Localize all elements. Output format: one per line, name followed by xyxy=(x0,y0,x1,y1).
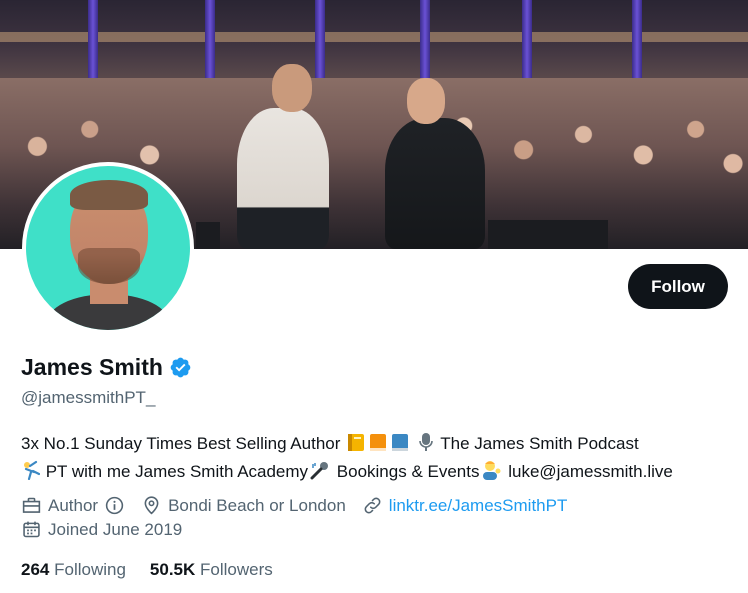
briefcase-icon xyxy=(21,495,42,516)
handle: @jamessmithPT_ xyxy=(21,388,156,407)
profile-meta-row: Joined June 2019 xyxy=(21,519,198,540)
location-pin-icon xyxy=(141,495,162,516)
bio-text: 3x No.1 Sunday Times Best Selling Author xyxy=(21,434,346,453)
blue-book-icon xyxy=(390,433,410,459)
banner-pillar xyxy=(315,0,325,90)
info-icon[interactable] xyxy=(104,495,125,516)
person-tipping-hand-icon xyxy=(480,460,502,487)
avatar-beard xyxy=(78,248,140,284)
bio-text: The James Smith Podcast xyxy=(435,434,639,453)
bio-text: Bookings & Events xyxy=(332,462,480,481)
display-name: James Smith xyxy=(21,354,163,380)
banner-person-right-head xyxy=(407,78,445,124)
bio-text: luke@jamessmith.live xyxy=(503,462,673,481)
orange-book-icon xyxy=(368,433,388,459)
cartwheel-person-icon xyxy=(22,460,41,487)
follow-button[interactable]: Follow xyxy=(628,264,728,309)
location-item: Bondi Beach or London xyxy=(141,495,346,516)
banner-pillar xyxy=(632,0,642,90)
verified-badge-icon[interactable] xyxy=(169,356,192,379)
banner-pillar xyxy=(205,0,215,90)
link-icon xyxy=(362,495,383,516)
banner-stage-speaker xyxy=(488,220,608,249)
banner-person-left-head xyxy=(272,64,312,112)
notebook-yellow-icon xyxy=(346,433,366,459)
bio: 3x No.1 Sunday Times Best Selling Author… xyxy=(21,431,736,487)
avatar-hair xyxy=(70,180,148,210)
bio-text: PT with me James Smith Academy xyxy=(41,462,309,481)
banner-pillar xyxy=(522,0,532,90)
category-label: Author xyxy=(48,495,99,515)
calendar-icon xyxy=(21,519,42,540)
banner-pillar xyxy=(420,0,430,90)
banner-pillar xyxy=(88,0,98,90)
following-count: 264 xyxy=(21,560,50,579)
followers-count: 50.5K xyxy=(149,560,196,579)
bio-line-2: PT with me James Smith Academy Bookings … xyxy=(21,459,736,487)
followers-stat[interactable]: 50.5K Followers xyxy=(150,560,273,580)
location-label: Bondi Beach or London xyxy=(168,495,346,515)
following-label: Following xyxy=(54,560,126,579)
bio-line-1: 3x No.1 Sunday Times Best Selling Author… xyxy=(21,431,736,459)
following-stat[interactable]: 264 Following xyxy=(21,560,126,580)
banner-person-right xyxy=(385,118,485,249)
followers-label: Followers xyxy=(200,560,273,579)
avatar[interactable] xyxy=(22,162,194,334)
name-row: James Smith xyxy=(21,354,192,381)
follow-stats: 264 Following 50.5K Followers xyxy=(21,560,297,580)
website-link[interactable]: linktr.ee/JamesSmithPT xyxy=(389,496,568,516)
joined-label: Joined June 2019 xyxy=(48,519,183,539)
joined-item: Joined June 2019 xyxy=(21,519,182,540)
website-item: linktr.ee/JamesSmithPT xyxy=(362,495,568,516)
banner-person-left xyxy=(237,108,329,249)
microphone-music-icon xyxy=(309,460,331,487)
category-item: Author xyxy=(21,495,125,516)
banner-stage-speaker xyxy=(196,222,220,249)
microphone-icon xyxy=(417,432,435,459)
profile-meta-row: Author Bondi Beach or London linktr.ee/J… xyxy=(21,495,583,516)
